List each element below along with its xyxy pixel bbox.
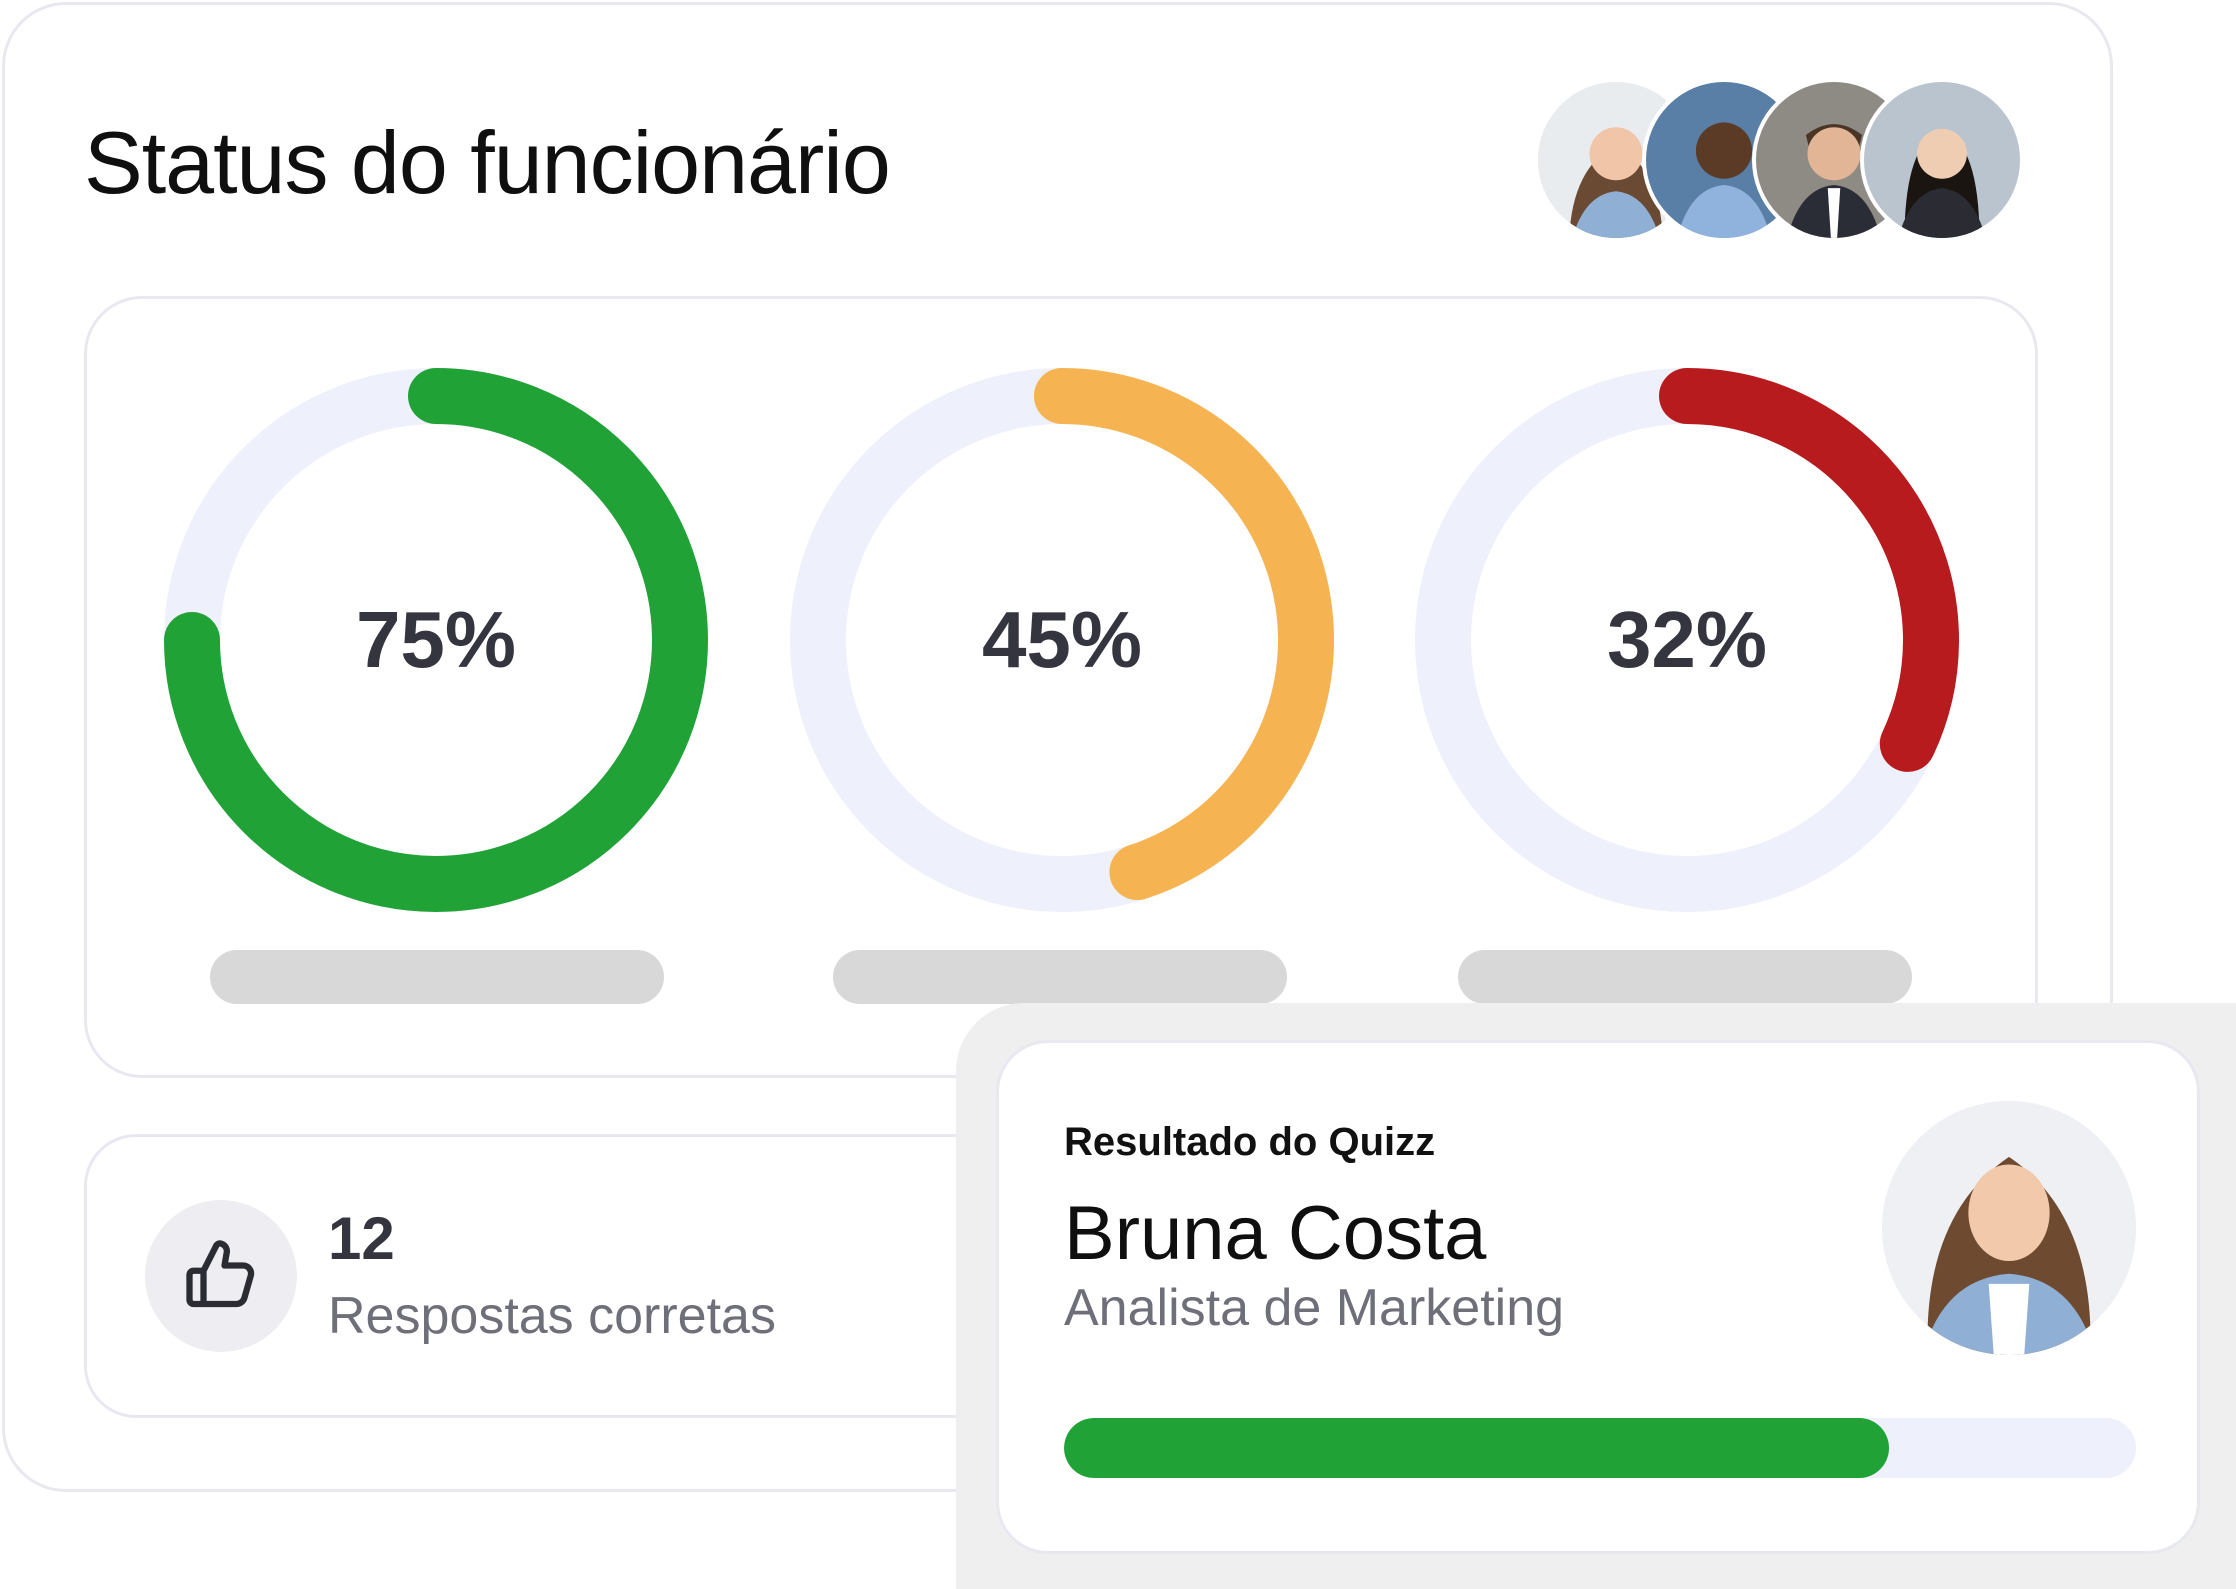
gauge-value: 45% xyxy=(981,595,1143,684)
gauge-2: 45% xyxy=(790,368,1334,912)
gauge-value: 75% xyxy=(355,595,517,684)
correct-answers-count: 12 xyxy=(328,1205,395,1272)
avatar xyxy=(1860,78,2024,242)
page-title: Status do funcionário xyxy=(84,113,891,212)
gauge-value: 32% xyxy=(1606,595,1768,684)
quiz-progress-bar xyxy=(1064,1418,2136,1478)
person-name: Bruna Costa xyxy=(1064,1191,1487,1276)
team-avatar-group[interactable] xyxy=(1534,78,2034,242)
person-role: Analista de Marketing xyxy=(1064,1279,1565,1337)
correct-answers-label: Respostas corretas xyxy=(328,1287,776,1345)
gauge-label-placeholder xyxy=(210,950,664,1004)
gauge-label-placeholder xyxy=(833,950,1287,1004)
avatar xyxy=(1882,1101,2136,1355)
quiz-progress-fill xyxy=(1064,1418,1890,1478)
thumbs-up-icon xyxy=(186,1240,255,1308)
quiz-heading: Resultado do Quizz xyxy=(1064,1120,1436,1164)
gauge-3: 32% xyxy=(1415,368,1959,912)
gauge-1: 75% xyxy=(164,368,708,912)
gauge-label-placeholder xyxy=(1458,950,1912,1004)
thumbs-up-badge xyxy=(145,1200,297,1352)
